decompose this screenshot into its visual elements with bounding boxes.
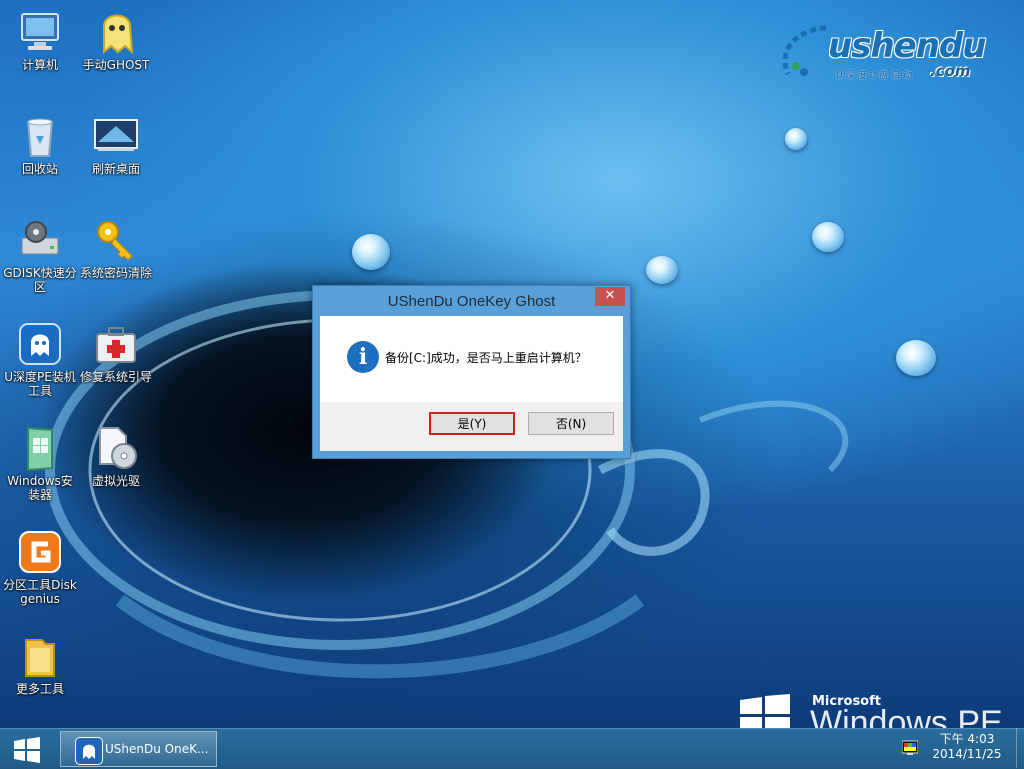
folder-icon (16, 632, 64, 680)
ghost-icon (92, 8, 140, 56)
desktop-icon-label: 手动GHOST (82, 58, 150, 72)
dialog-footer: 是(Y) 否(N) (320, 402, 623, 451)
medical-kit-icon (92, 320, 140, 368)
yes-button[interactable]: 是(Y) (429, 412, 515, 435)
desktop-icon-label: 系统密码清除 (79, 266, 152, 280)
desktop-icon-label: 分区工具Diskgenius (3, 578, 77, 606)
water-drop (812, 222, 844, 252)
desktop-icon-label: 回收站 (21, 162, 58, 176)
taskbar-item-onekey-ghost[interactable]: UShenDu OneK... (60, 731, 217, 767)
desktop-icon-ushendu-pe[interactable]: U深度PE装机工具 (2, 320, 78, 398)
desktop-icon-recycle-bin[interactable]: 回收站 (2, 112, 78, 176)
desktop-icon-refresh-desktop[interactable]: 刷新桌面 (78, 112, 154, 176)
start-button[interactable] (10, 736, 44, 764)
disk-gear-icon (16, 216, 64, 264)
desktop-icon-label: 计算机 (21, 58, 58, 72)
logo-suffix: .com (930, 62, 971, 80)
desktop-icon-gdisk[interactable]: GDISK快速分区 (2, 216, 78, 294)
monitor-refresh-icon (92, 112, 140, 160)
water-drop (352, 234, 390, 270)
brand-product: Windows PE (810, 704, 1003, 728)
dialog-titlebar[interactable]: UShenDu OneKey Ghost ✕ (313, 286, 630, 316)
dialog-title: UShenDu OneKey Ghost (387, 293, 556, 310)
desktop-icon-diskgenius[interactable]: 分区工具Diskgenius (2, 528, 78, 606)
ushendu-ghost-icon (16, 320, 64, 368)
windows-installer-icon (16, 424, 64, 472)
logo-wordmark: ushendu (828, 26, 986, 66)
taskbar: UShenDu OneK... (0, 728, 1024, 769)
water-drop (785, 128, 807, 150)
desktop-icon-label: 更多工具 (15, 682, 64, 696)
desktop-icon-windows-installer[interactable]: Windows安装器 (2, 424, 78, 502)
desktop-icon-label: 虚拟光驱 (91, 474, 140, 488)
desktop-icon-repair-boot[interactable]: 修复系统引导 (78, 320, 154, 384)
ushendu-ghost-icon (75, 737, 103, 765)
recycle-bin-icon (16, 112, 64, 160)
key-icon (92, 216, 140, 264)
water-drop (896, 340, 936, 376)
dialog-message: 备份[C:]成功，是否马上重启计算机？ (385, 351, 587, 365)
display-tray-icon[interactable] (902, 740, 918, 756)
logo-tagline: U深度U盘启动 (836, 71, 916, 81)
desktop-icon-label: 刷新桌面 (91, 162, 140, 176)
windows-logo-icon (740, 694, 790, 728)
system-clock[interactable]: 下午 4:03 2014/11/25 (932, 732, 1002, 762)
desktop-icon-computer[interactable]: 计算机 (2, 8, 78, 72)
desktop-icon-label: U深度PE装机工具 (4, 370, 76, 398)
show-desktop-button[interactable] (1016, 728, 1024, 768)
clock-date: 2014/11/25 (932, 747, 1002, 761)
ushendu-logo: ushendu U深度U盘启动 .com (774, 22, 1004, 84)
desktop-icon-more-tools[interactable]: 更多工具 (2, 632, 78, 696)
desktop-icon-password-clear[interactable]: 系统密码清除 (78, 216, 154, 280)
desktop-icon-label: 修复系统引导 (79, 370, 152, 384)
desktop-icon-label: GDISK快速分区 (3, 266, 77, 294)
desktop-icon-label: Windows安装器 (7, 474, 73, 502)
info-icon: i (347, 341, 379, 373)
taskbar-item-label: UShenDu OneK... (105, 742, 209, 756)
clock-time: 下午 4:03 (939, 732, 995, 746)
water-drop (646, 256, 678, 284)
close-button[interactable]: ✕ (595, 287, 625, 306)
virtual-drive-icon (92, 424, 140, 472)
diskgenius-icon (16, 528, 64, 576)
desktop-icon-manual-ghost[interactable]: 手动GHOST (78, 8, 154, 72)
logo-swoosh-icon (782, 25, 827, 76)
windows-start-icon (14, 737, 40, 763)
desktop-icon-virtual-drive[interactable]: 虚拟光驱 (78, 424, 154, 488)
dialog-body: i 备份[C:]成功，是否马上重启计算机？ (320, 316, 623, 402)
onekey-ghost-dialog: UShenDu OneKey Ghost ✕ i 备份[C:]成功，是否马上重启… (312, 285, 631, 459)
windows-pe-brand: Microsoft Windows PE (740, 692, 1024, 728)
no-button[interactable]: 否(N) (528, 412, 614, 435)
computer-icon (16, 8, 64, 56)
